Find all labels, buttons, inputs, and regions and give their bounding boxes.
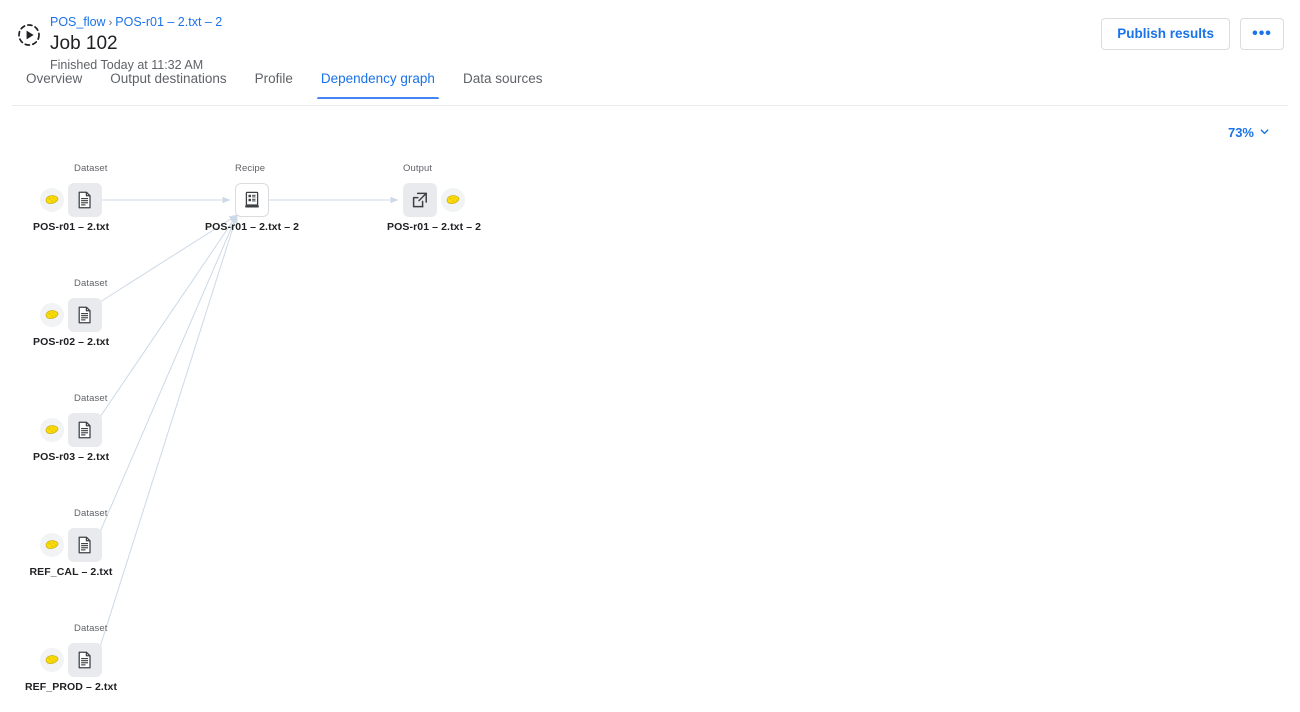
graph-edge-ds4-to-recipe bbox=[99, 214, 238, 533]
dataset-badge-icon[interactable] bbox=[40, 648, 64, 672]
page-header: POS_flow › POS-r01 – 2.txt – 2 Job 102 Fin… bbox=[0, 0, 1300, 73]
node-kind-label: Output bbox=[403, 163, 433, 174]
document-icon[interactable] bbox=[68, 298, 102, 332]
tab-bar: Overview Output destinations Profile Depend… bbox=[0, 70, 1300, 106]
zoom-level-control[interactable]: 73% bbox=[1222, 121, 1276, 144]
play-circle-dotted-icon bbox=[16, 22, 42, 48]
node-name-label: POS-r01 – 2.txt bbox=[33, 221, 110, 233]
tab-profile[interactable]: Profile bbox=[241, 70, 307, 99]
tab-output-destinations[interactable]: Output destinations bbox=[96, 70, 240, 99]
document-icon[interactable] bbox=[68, 413, 102, 447]
node-kind-label: Recipe bbox=[235, 163, 266, 174]
breadcrumb-root[interactable]: POS_flow bbox=[50, 15, 106, 29]
tab-overview[interactable]: Overview bbox=[12, 70, 96, 99]
node-kind-label: Dataset bbox=[74, 163, 108, 174]
chevron-down-icon bbox=[1259, 125, 1270, 140]
header-actions: Publish results ••• bbox=[1101, 18, 1284, 50]
dataset-badge-icon[interactable] bbox=[40, 418, 64, 442]
tab-dependency-graph[interactable]: Dependency graph bbox=[307, 70, 449, 99]
node-name-label: POS-r01 – 2.txt – 2 bbox=[205, 221, 300, 233]
dataset-badge-icon[interactable] bbox=[441, 188, 465, 212]
node-kind-label: Dataset bbox=[74, 623, 108, 634]
page-title: Job 102 bbox=[50, 33, 118, 54]
document-icon[interactable] bbox=[68, 528, 102, 562]
node-name-label: POS-r03 – 2.txt bbox=[33, 451, 110, 463]
breadcrumb: POS_flow › POS-r01 – 2.txt – 2 bbox=[50, 15, 222, 31]
dependency-graph-canvas[interactable]: Dataset POS-r01 – 2.txt Recipe POS-r01 – 2… bbox=[0, 150, 1300, 710]
document-icon[interactable] bbox=[68, 643, 102, 677]
node-name-label: REF_PROD – 2.txt bbox=[25, 681, 118, 693]
breadcrumb-separator: › bbox=[108, 17, 113, 29]
document-icon[interactable] bbox=[68, 183, 102, 217]
publish-results-button[interactable]: Publish results bbox=[1101, 18, 1230, 50]
breadcrumb-current[interactable]: POS-r01 – 2.txt – 2 bbox=[115, 15, 222, 29]
recipe-icon[interactable] bbox=[235, 183, 269, 217]
node-kind-label: Dataset bbox=[74, 393, 108, 404]
graph-edge-ds5-to-recipe bbox=[99, 214, 238, 648]
zoom-level-value: 73% bbox=[1227, 124, 1254, 140]
export-icon[interactable] bbox=[403, 183, 437, 217]
node-name-label: POS-r01 – 2.txt – 2 bbox=[387, 221, 482, 233]
node-name-label: POS-r02 – 2.txt bbox=[33, 336, 110, 348]
graph-edge-ds3-to-recipe bbox=[99, 214, 238, 418]
canvas-toolbar: 73% bbox=[0, 106, 1300, 150]
dataset-badge-icon[interactable] bbox=[40, 188, 64, 212]
node-name-label: REF_CAL – 2.txt bbox=[29, 566, 113, 578]
node-kind-label: Dataset bbox=[74, 508, 108, 519]
dataset-badge-icon[interactable] bbox=[40, 533, 64, 557]
more-options-button[interactable]: ••• bbox=[1240, 18, 1284, 50]
tab-data-sources[interactable]: Data sources bbox=[449, 70, 557, 99]
dataset-badge-icon[interactable] bbox=[40, 303, 64, 327]
graph-edges bbox=[99, 196, 399, 648]
title-block: POS_flow › POS-r01 – 2.txt – 2 Job 102 Fin… bbox=[50, 8, 222, 73]
node-kind-label: Dataset bbox=[74, 278, 108, 289]
